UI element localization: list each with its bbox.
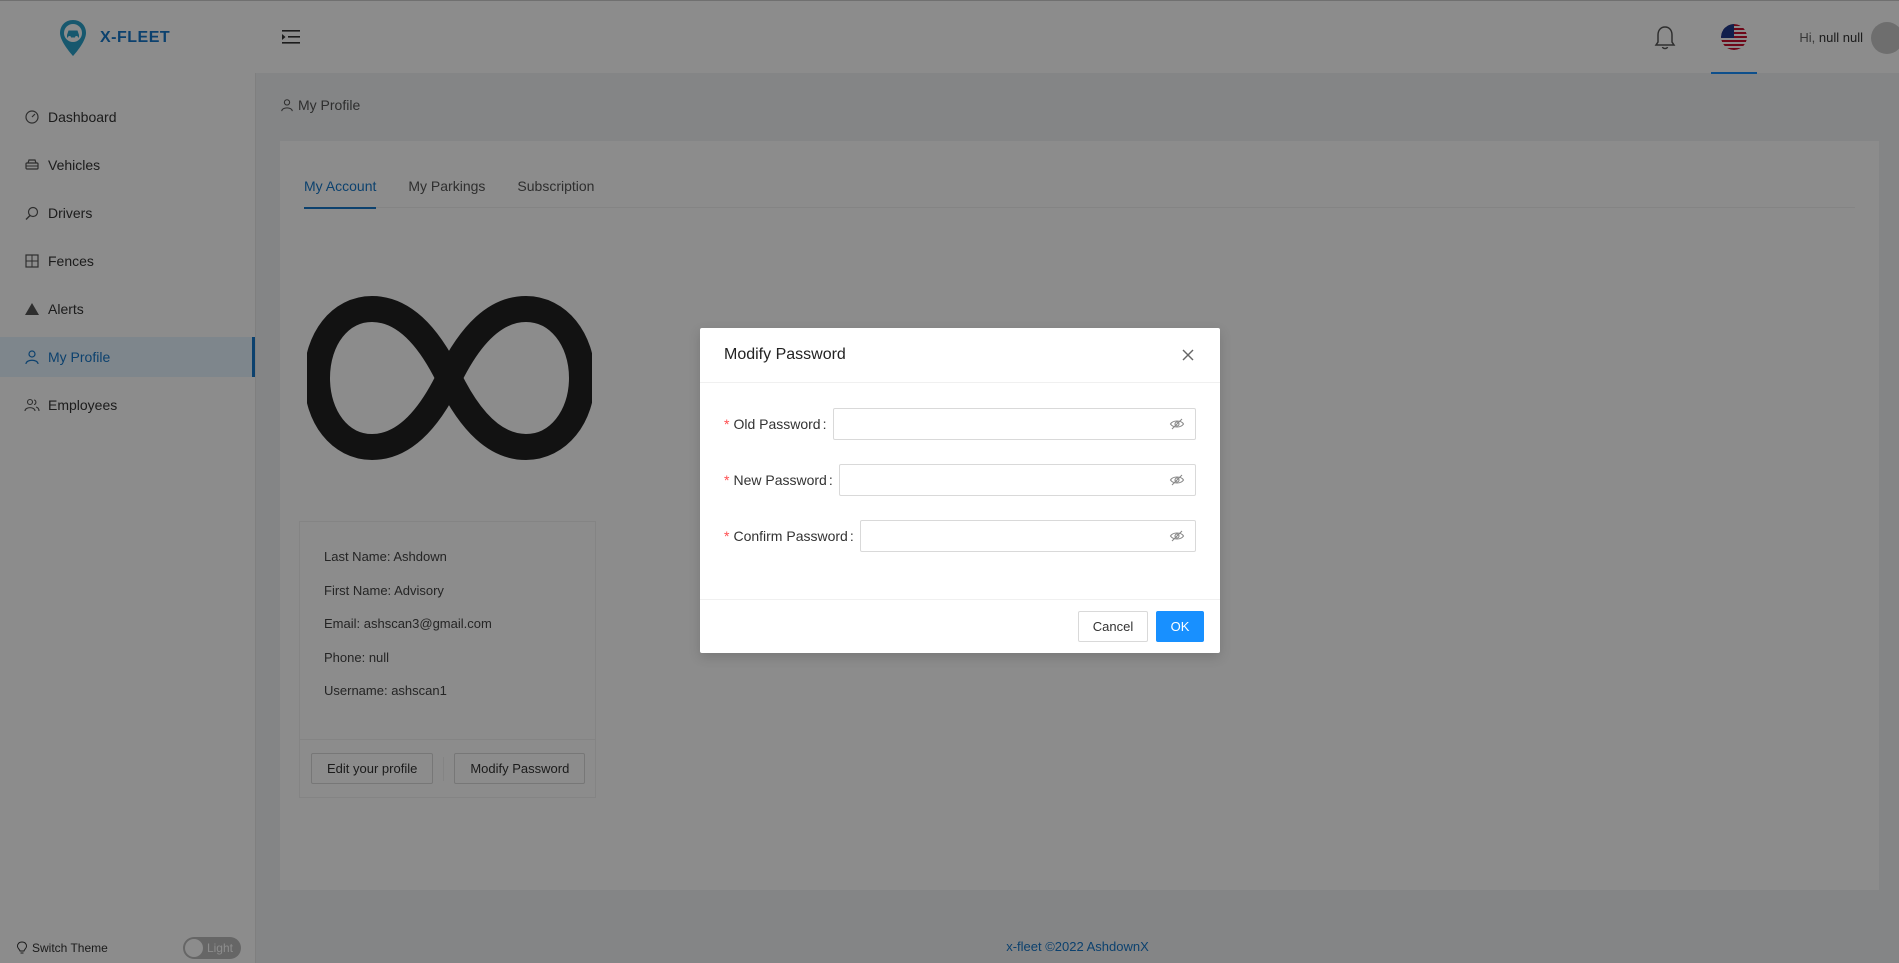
ok-button[interactable]: OK xyxy=(1156,611,1204,642)
label-colon: : xyxy=(849,528,854,544)
eye-invisible-icon[interactable] xyxy=(1169,472,1185,488)
modify-password-modal: Modify Password * Old Password: * New Pass… xyxy=(700,328,1220,653)
old-password-input[interactable] xyxy=(833,409,1169,439)
field-label: Confirm Password xyxy=(733,528,848,544)
label-colon: : xyxy=(828,472,833,488)
field-label: Old Password xyxy=(733,416,821,432)
new-password-label: * New Password: xyxy=(724,472,839,488)
confirm-password-row: * Confirm Password: xyxy=(724,520,1196,552)
old-password-field[interactable] xyxy=(832,408,1196,440)
new-password-row: * New Password: xyxy=(724,464,1196,496)
confirm-password-field[interactable] xyxy=(859,520,1196,552)
label-colon: : xyxy=(822,416,827,432)
required-mark: * xyxy=(724,528,730,544)
eye-invisible-icon[interactable] xyxy=(1169,416,1185,432)
old-password-row: * Old Password: xyxy=(724,408,1196,440)
close-icon[interactable] xyxy=(1180,347,1196,363)
eye-invisible-icon[interactable] xyxy=(1169,528,1185,544)
new-password-field[interactable] xyxy=(838,464,1196,496)
confirm-password-input[interactable] xyxy=(860,521,1169,551)
new-password-input[interactable] xyxy=(839,465,1169,495)
cancel-button[interactable]: Cancel xyxy=(1078,611,1148,642)
old-password-label: * Old Password: xyxy=(724,416,833,432)
required-mark: * xyxy=(724,416,730,432)
modal-header: Modify Password xyxy=(700,328,1220,383)
modal-body: * Old Password: * New Password: * Confirm P… xyxy=(700,383,1220,599)
modal-footer: Cancel OK xyxy=(700,599,1220,653)
confirm-password-label: * Confirm Password: xyxy=(724,528,860,544)
field-label: New Password xyxy=(733,472,827,488)
modal-title: Modify Password xyxy=(724,346,846,363)
required-mark: * xyxy=(724,472,730,488)
